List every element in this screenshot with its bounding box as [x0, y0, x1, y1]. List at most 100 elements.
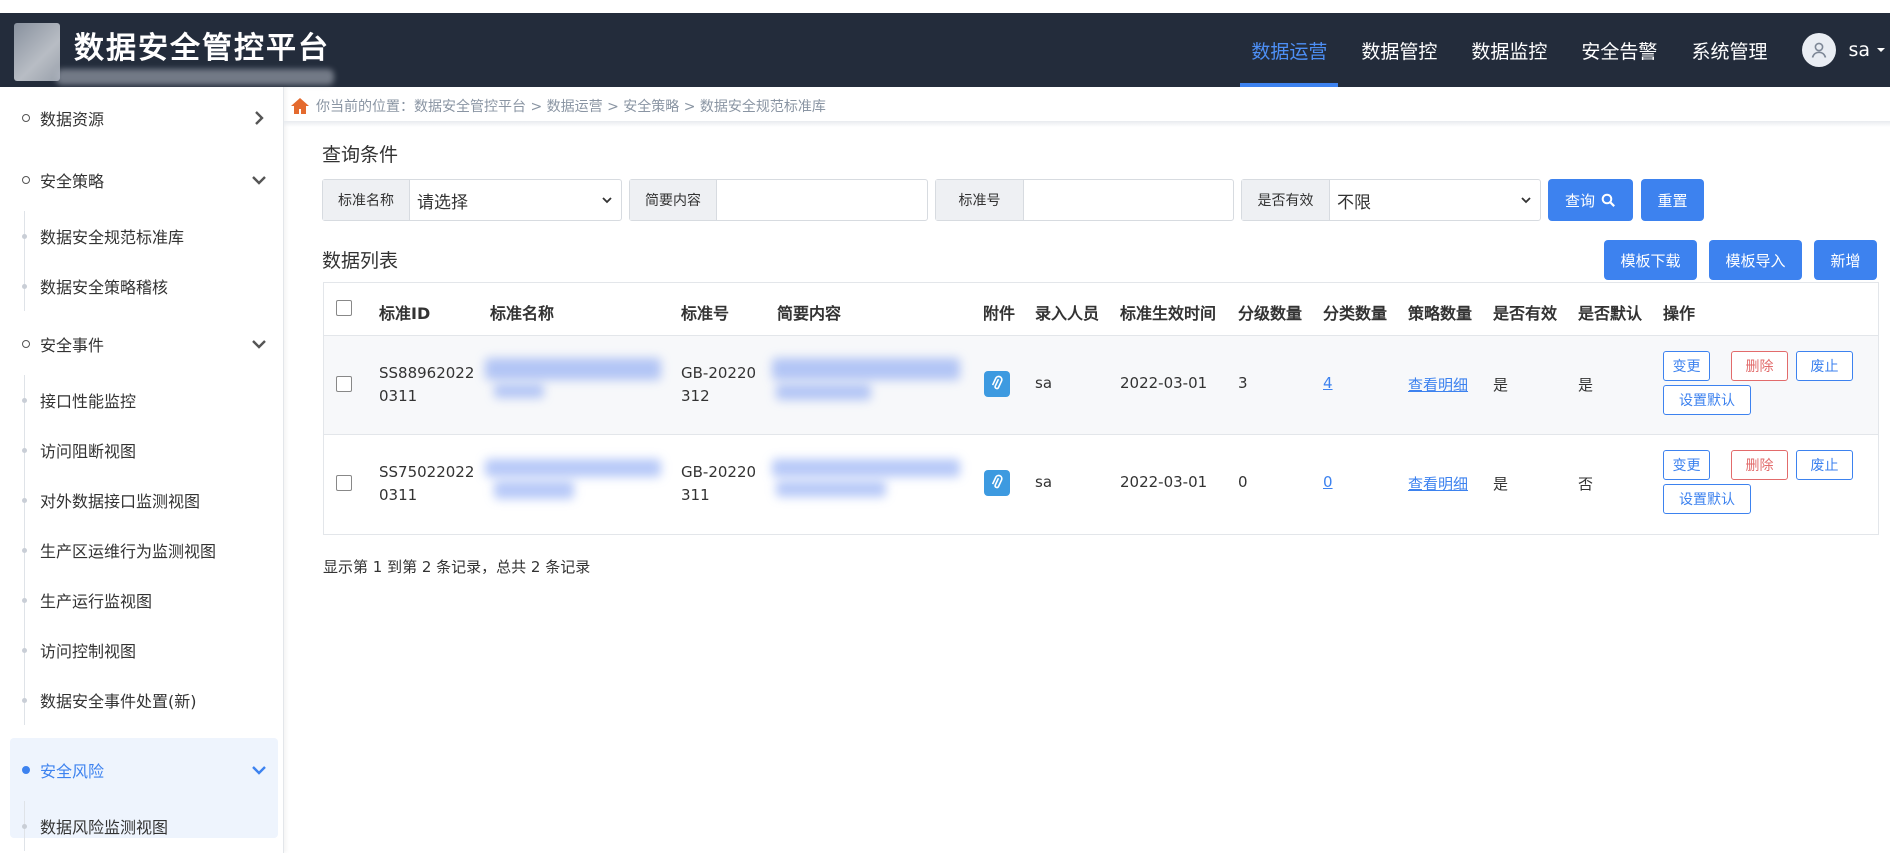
top-bar: 数据安全管控平台 数据运营 数据管控 数据监控 安全告警 系统管理 sa	[0, 13, 1890, 87]
redacted-summary	[776, 481, 886, 497]
breadcrumb-text: 你当前的位置：数据安全管控平台 > 数据运营 > 安全策略 > 数据安全规范标准…	[316, 99, 826, 115]
sidebar-item-label: 访问阻断视图	[40, 442, 137, 461]
bullet-icon	[22, 114, 30, 122]
chevron-down-icon	[1521, 197, 1531, 204]
view-detail-link[interactable]: 查看明细	[1408, 374, 1468, 395]
col-header-actions: 操作	[1663, 304, 1696, 323]
summary-input[interactable]	[717, 180, 927, 220]
sidebar-item-label: 接口性能监控	[40, 392, 137, 411]
search-button[interactable]: 查询	[1548, 179, 1633, 221]
sidebar-item-policy-audit[interactable]: 数据安全策略稽核	[0, 261, 284, 311]
sidebar-item-access-control[interactable]: 访问控制视图	[0, 625, 284, 675]
app-title: 数据安全管控平台	[74, 31, 330, 66]
chevron-down-icon	[602, 197, 612, 204]
sidebar-item-access-block[interactable]: 访问阻断视图	[0, 425, 284, 475]
table-row: SS75022022 0311 GB-20220 311 sa 2022-03-…	[324, 435, 1878, 534]
nav-data-operation[interactable]: 数据运营	[1234, 13, 1344, 87]
abolish-button[interactable]: 废止	[1796, 450, 1853, 480]
change-button[interactable]: 变更	[1663, 450, 1710, 480]
valid-select[interactable]: 不限	[1330, 180, 1540, 220]
cell-user: sa	[1035, 374, 1053, 392]
user-name: sa	[1848, 39, 1870, 61]
set-default-button[interactable]: 设置默认	[1663, 484, 1751, 514]
cell-valid: 是	[1493, 376, 1509, 394]
cell-std-no-line: 312	[681, 387, 710, 405]
cell-std-no-line: GB-20220	[681, 463, 757, 481]
col-header-name: 标准名称	[490, 304, 555, 323]
sidebar-item-label: 数据安全事件处置(新)	[40, 692, 197, 711]
logo-icon	[14, 23, 60, 81]
cell-id-line: SS75022022	[379, 463, 475, 481]
change-button[interactable]: 变更	[1663, 351, 1710, 381]
user-menu[interactable]: sa	[1802, 33, 1886, 67]
sidebar-item-label: 生产运行监视图	[40, 592, 153, 611]
col-header-classes: 分类数量	[1323, 304, 1388, 323]
query-title: 查询条件	[322, 144, 399, 166]
nav-data-control[interactable]: 数据管控	[1344, 13, 1454, 87]
sidebar-item-interface-performance[interactable]: 接口性能监控	[0, 375, 284, 425]
redacted-summary	[772, 358, 960, 380]
cell-levels: 0	[1238, 473, 1248, 491]
sidebar-item-external-interface[interactable]: 对外数据接口监测视图	[0, 475, 284, 525]
sidebar-group-security-event[interactable]: 安全事件	[0, 313, 284, 375]
sidebar-item-label: 生产区运维行为监测视图	[40, 542, 217, 561]
row-checkbox[interactable]	[336, 376, 352, 392]
home-icon[interactable]	[290, 97, 310, 115]
cell-id-line: 0311	[379, 387, 418, 405]
cell-valid: 是	[1493, 475, 1509, 493]
attachment-icon[interactable]	[984, 371, 1010, 397]
chevron-down-icon	[252, 176, 266, 185]
data-table: 标准ID 标准名称 标准号 简要内容 附件 录入人员 标准生效时间 分级数量 分…	[323, 282, 1879, 535]
sidebar-item-event-handling[interactable]: 数据安全事件处置(新)	[0, 675, 284, 725]
table-header: 标准ID 标准名称 标准号 简要内容 附件 录入人员 标准生效时间 分级数量 分…	[324, 283, 1878, 336]
sidebar-group-data-resource[interactable]: 数据资源	[0, 87, 284, 149]
view-detail-link[interactable]: 查看明细	[1408, 473, 1468, 494]
cell-date: 2022-03-01	[1120, 374, 1208, 392]
reset-button[interactable]: 重置	[1641, 179, 1704, 221]
col-header-id: 标准ID	[379, 304, 431, 323]
sidebar-group-security-risk[interactable]: 安全风险	[0, 739, 284, 801]
avatar-icon	[1802, 33, 1837, 67]
caret-down-icon	[1877, 48, 1885, 52]
cell-default: 否	[1578, 475, 1594, 493]
add-button[interactable]: 新增	[1814, 240, 1877, 280]
redacted-name	[494, 481, 574, 499]
delete-button[interactable]: 删除	[1731, 351, 1788, 381]
delete-button[interactable]: 删除	[1731, 450, 1788, 480]
sidebar-item-ops-behavior[interactable]: 生产区运维行为监测视图	[0, 525, 284, 575]
set-default-button[interactable]: 设置默认	[1663, 385, 1751, 415]
sidebar-item-standard-library[interactable]: 数据安全规范标准库	[0, 211, 284, 261]
standard-no-input[interactable]	[1024, 180, 1233, 220]
nav-security-alarm[interactable]: 安全告警	[1564, 13, 1674, 87]
standard-name-value: 请选择	[417, 192, 468, 213]
sidebar-group-security-policy[interactable]: 安全策略	[0, 149, 284, 211]
cell-std-no-line: GB-20220	[681, 364, 757, 382]
sidebar-item-label: 对外数据接口监测视图	[40, 492, 201, 511]
sidebar-group-label: 安全策略	[40, 172, 105, 191]
sidebar-item-production-monitor[interactable]: 生产运行监视图	[0, 575, 284, 625]
standard-name-select[interactable]: 请选择	[410, 180, 621, 220]
summary-field: 简要内容	[629, 179, 928, 221]
row-checkbox[interactable]	[336, 475, 352, 491]
nav-system-management[interactable]: 系统管理	[1674, 13, 1784, 87]
attachment-icon[interactable]	[984, 470, 1010, 496]
cell-classes-link[interactable]: 4	[1323, 374, 1333, 392]
top-strip	[0, 0, 1890, 13]
breadcrumb-divider	[284, 121, 1890, 127]
template-download-button[interactable]: 模板下载	[1604, 240, 1697, 280]
sidebar-group-label: 安全事件	[40, 336, 105, 355]
select-all-checkbox[interactable]	[336, 300, 352, 316]
sidebar-item-label: 数据安全规范标准库	[40, 228, 185, 247]
cell-date: 2022-03-01	[1120, 473, 1208, 491]
search-button-label: 查询	[1564, 191, 1595, 210]
abolish-button[interactable]: 废止	[1796, 351, 1853, 381]
sidebar: 数据资源 安全策略 数据安全规范标准库 数据安全策略稽核 安全事件 接口性能监控…	[0, 87, 284, 853]
cell-classes-link[interactable]: 0	[1323, 473, 1333, 491]
nav-data-monitor[interactable]: 数据监控	[1454, 13, 1564, 87]
redacted-name	[494, 384, 544, 398]
bullet-icon	[22, 340, 30, 348]
col-header-summary: 简要内容	[777, 304, 842, 323]
template-import-button[interactable]: 模板导入	[1709, 240, 1802, 280]
cell-std-no-line: 311	[681, 486, 710, 504]
sidebar-item-risk-monitor[interactable]: 数据风险监测视图	[0, 801, 284, 851]
